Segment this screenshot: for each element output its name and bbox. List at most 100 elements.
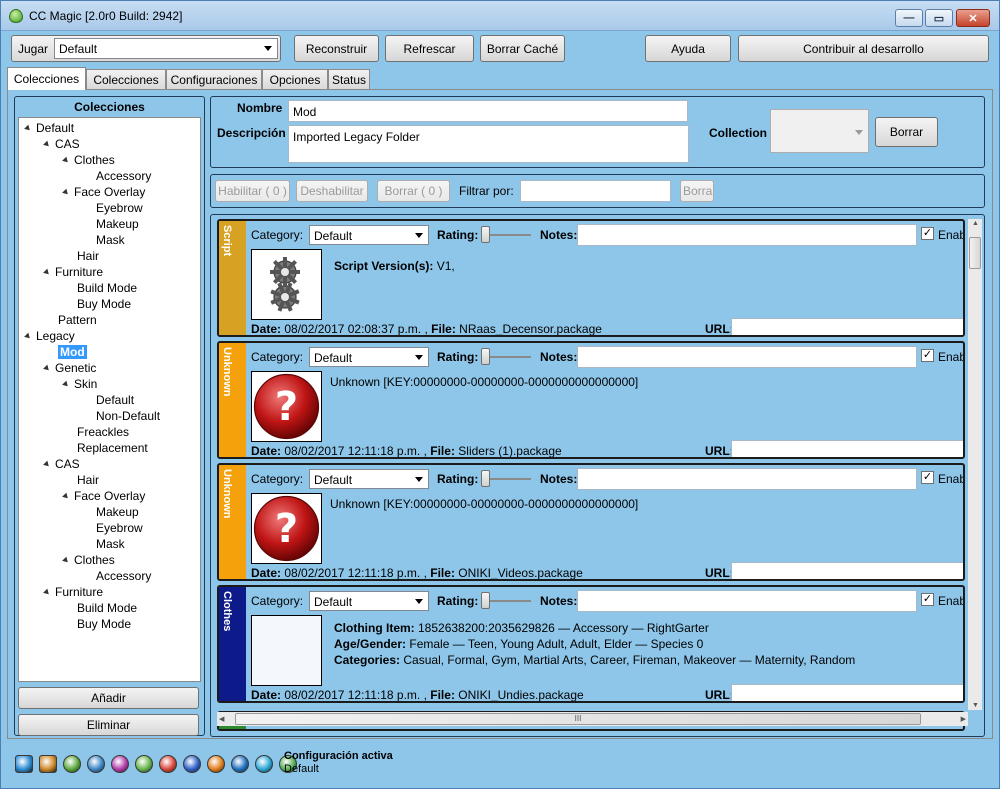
- tree-item[interactable]: Hair: [77, 472, 99, 488]
- tree-item[interactable]: Eyebrow: [96, 200, 143, 216]
- rating-slider-track[interactable]: [483, 600, 531, 602]
- delete-collection-button[interactable]: Eliminar: [18, 714, 199, 736]
- notes-input[interactable]: [577, 346, 917, 368]
- scroll-left-icon[interactable]: ◀: [219, 715, 224, 723]
- category-select[interactable]: Default: [309, 225, 429, 245]
- borrar-collection-button[interactable]: Borrar: [875, 117, 938, 147]
- category-select[interactable]: Default: [309, 591, 429, 611]
- url-input[interactable]: [731, 440, 963, 457]
- tree-item[interactable]: Default: [24, 120, 74, 136]
- rating-slider-track[interactable]: [483, 234, 531, 236]
- rating-slider-track[interactable]: [483, 478, 531, 480]
- nombre-input[interactable]: Mod: [288, 100, 688, 122]
- tree-item[interactable]: Furniture: [43, 264, 103, 280]
- descripcion-input[interactable]: Imported Legacy Folder: [288, 125, 689, 163]
- category-select[interactable]: Default: [309, 469, 429, 489]
- tree-item[interactable]: CAS: [43, 456, 80, 472]
- rating-slider-thumb[interactable]: [481, 592, 490, 609]
- tree-item[interactable]: Build Mode: [77, 280, 137, 296]
- tree-item[interactable]: Build Mode: [77, 600, 137, 616]
- expand-triangle-icon[interactable]: [43, 268, 51, 277]
- tree-item[interactable]: Buy Mode: [77, 616, 131, 632]
- collection-select[interactable]: [770, 109, 869, 153]
- tree-item[interactable]: Buy Mode: [77, 296, 131, 312]
- add-collection-button[interactable]: Añadir: [18, 687, 199, 709]
- enable-checkbox[interactable]: ✓: [921, 593, 934, 606]
- refrescar-button[interactable]: Refrescar: [385, 35, 474, 62]
- expand-triangle-icon[interactable]: [43, 588, 51, 597]
- category-select[interactable]: Default: [309, 347, 429, 367]
- tree-item[interactable]: Pattern: [58, 312, 97, 328]
- enable-checkbox[interactable]: ✓: [921, 349, 934, 362]
- tree-item[interactable]: Accessory: [96, 168, 151, 184]
- expand-triangle-icon[interactable]: [43, 364, 51, 373]
- tab-colecciones-2[interactable]: Colecciones: [86, 69, 166, 89]
- ayuda-button[interactable]: Ayuda: [645, 35, 731, 62]
- tree-item[interactable]: Legacy: [24, 328, 75, 344]
- enable-checkbox[interactable]: ✓: [921, 471, 934, 484]
- notes-input[interactable]: [577, 590, 917, 612]
- maximize-button[interactable]: ▭: [925, 9, 953, 27]
- reconstruir-button[interactable]: Reconstruir: [294, 35, 379, 62]
- tree-item[interactable]: Face Overlay: [62, 184, 145, 200]
- rating-slider-thumb[interactable]: [481, 226, 490, 243]
- minimize-button[interactable]: —: [895, 9, 923, 27]
- expand-triangle-icon[interactable]: [24, 332, 32, 341]
- tab-configuraciones[interactable]: Configuraciones: [166, 69, 262, 89]
- tree-item[interactable]: Non-Default: [96, 408, 160, 424]
- expand-triangle-icon[interactable]: [62, 156, 70, 165]
- tree-item[interactable]: Eyebrow: [96, 520, 143, 536]
- tree-item[interactable]: Furniture: [43, 584, 103, 600]
- collections-tree[interactable]: Default CAS Clothes Accessory Face Overlay Ey…: [18, 117, 201, 682]
- tab-colecciones[interactable]: Colecciones: [7, 67, 86, 90]
- borrar-cache-button[interactable]: Borrar Caché: [480, 35, 565, 62]
- close-button[interactable]: ✕: [956, 9, 990, 27]
- habilitar-button[interactable]: Habilitar ( 0 ): [215, 180, 290, 202]
- filter-input[interactable]: [520, 180, 671, 202]
- tree-item[interactable]: Makeup: [96, 216, 139, 232]
- tree-item[interactable]: Genetic: [43, 360, 96, 376]
- borrar-selected-button[interactable]: Borrar ( 0 ): [377, 180, 450, 202]
- expand-triangle-icon[interactable]: [43, 140, 51, 149]
- expand-triangle-icon[interactable]: [62, 380, 70, 389]
- tab-status[interactable]: Status: [328, 69, 370, 89]
- tree-item[interactable]: Face Overlay: [62, 488, 145, 504]
- tree-item[interactable]: Freackles: [77, 424, 129, 440]
- tree-item[interactable]: Replacement: [77, 440, 148, 456]
- tree-item[interactable]: Default: [96, 392, 134, 408]
- expand-triangle-icon[interactable]: [62, 556, 70, 565]
- rating-slider-thumb[interactable]: [481, 470, 490, 487]
- vertical-scrollbar[interactable]: ▲ ▼: [968, 219, 982, 710]
- tree-item[interactable]: Mod: [58, 344, 87, 360]
- vertical-scroll-thumb[interactable]: [969, 237, 981, 269]
- notes-input[interactable]: [577, 224, 917, 246]
- rating-slider-track[interactable]: [483, 356, 531, 358]
- expand-triangle-icon[interactable]: [24, 124, 32, 133]
- expand-triangle-icon[interactable]: [62, 492, 70, 501]
- scroll-right-icon[interactable]: ▶: [961, 715, 966, 723]
- tree-item[interactable]: Makeup: [96, 504, 139, 520]
- tree-item[interactable]: Mask: [96, 232, 125, 248]
- expand-triangle-icon[interactable]: [43, 460, 51, 469]
- horizontal-scrollbar[interactable]: ◀ III ▶: [217, 712, 968, 726]
- borrar-filter-button[interactable]: Borrar: [680, 180, 714, 202]
- horizontal-scroll-thumb[interactable]: III: [235, 713, 921, 725]
- scroll-up-icon[interactable]: ▲: [972, 220, 979, 227]
- scroll-down-icon[interactable]: ▼: [972, 702, 979, 709]
- rating-slider-thumb[interactable]: [481, 348, 490, 365]
- tree-item[interactable]: Clothes: [62, 552, 115, 568]
- url-input[interactable]: [731, 562, 963, 579]
- enable-checkbox[interactable]: ✓: [921, 227, 934, 240]
- jugar-select[interactable]: Default: [54, 38, 278, 59]
- notes-input[interactable]: [577, 468, 917, 490]
- tree-item[interactable]: Clothes: [62, 152, 115, 168]
- tree-item[interactable]: Mask: [96, 536, 125, 552]
- tree-item[interactable]: Accessory: [96, 568, 151, 584]
- tree-item[interactable]: Hair: [77, 248, 99, 264]
- tree-item[interactable]: Skin: [62, 376, 97, 392]
- url-input[interactable]: [731, 684, 963, 701]
- tab-opciones[interactable]: Opciones: [262, 69, 328, 89]
- tree-item[interactable]: CAS: [43, 136, 80, 152]
- expand-triangle-icon[interactable]: [62, 188, 70, 197]
- contribuir-button[interactable]: Contribuir al desarrollo: [738, 35, 989, 62]
